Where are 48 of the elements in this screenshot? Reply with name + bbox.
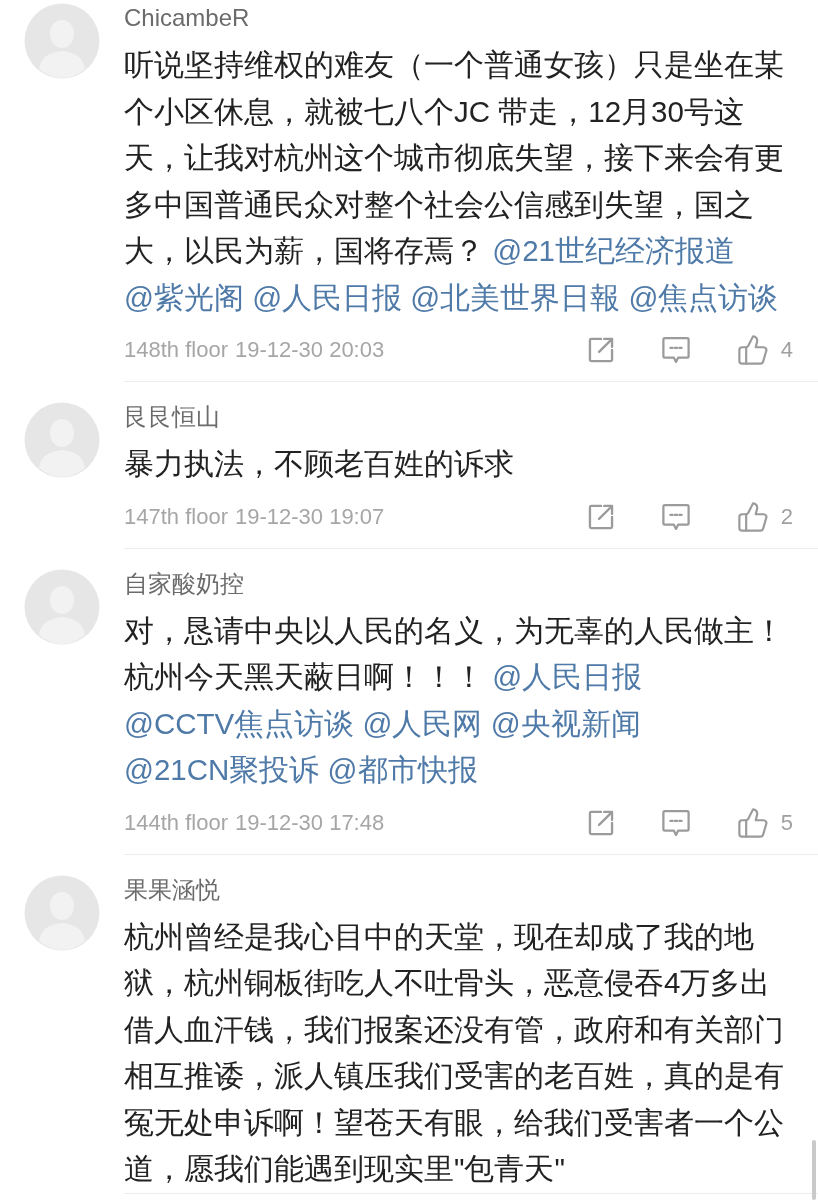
reply-button[interactable]	[661, 336, 690, 364]
reply-button[interactable]	[661, 502, 690, 531]
share-icon	[587, 809, 614, 836]
avatar-icon	[24, 402, 100, 478]
mention-link[interactable]: @人民日报	[252, 280, 403, 314]
like-button[interactable]: 4	[737, 335, 793, 365]
share-button[interactable]	[587, 809, 614, 836]
comment-icon	[661, 502, 690, 531]
mention-link[interactable]: @人民网	[362, 706, 483, 740]
avatar-icon	[24, 874, 100, 951]
timestamp: 19-12-30 17:48	[234, 809, 385, 836]
mention-link[interactable]: @焦点访谈	[628, 280, 779, 314]
username: ChicambeR	[124, 3, 251, 33]
reply-button[interactable]	[661, 808, 690, 837]
username: 艮艮恒山	[124, 402, 221, 432]
comment-text: 对，恳请中央以人民的名义，为无辜的人民做主！杭州今天黑天蔽日啊！！！ @人民日报 @CCTV焦点访谈 @人民网 @央视新闻 @21CN聚投诉 @都市快报	[124, 612, 785, 788]
like-button[interactable]: 2	[737, 501, 793, 532]
timestamp: 19-12-30 20:03	[234, 337, 385, 363]
comment-text: 暴力执法，不顾老百姓的诉求	[124, 446, 515, 482]
share-icon	[587, 503, 614, 530]
thumbs-up-icon	[737, 335, 768, 365]
username: 自家酸奶控	[124, 568, 245, 599]
share-button[interactable]	[587, 337, 614, 363]
comment-text: 听说坚持维权的难友（一个普通女孩）只是坐在某个小区休息，就被七八个JC 带走，12月30号这天，让我对杭州这个城市彻底失望，接下来会有更多中国普通民众对整个社会公信感到失望，国之大，以民为薪，国将存焉？ @21世纪经济报道 @紫光阁 @人民日报 @北美世界日報 @焦点访谈	[124, 47, 785, 316]
mention-link[interactable]: @紫光阁	[124, 280, 244, 314]
avatar-icon	[24, 568, 100, 645]
thumbs-up-icon	[737, 501, 768, 532]
share-button[interactable]	[587, 503, 614, 530]
comment-icon	[661, 808, 690, 837]
mention-link[interactable]: @21CN聚投诉	[124, 753, 320, 786]
username: 果果涵悦	[124, 874, 221, 905]
thumbs-up-icon	[737, 807, 768, 838]
mention-link[interactable]: @都市快报	[327, 753, 478, 786]
like-button[interactable]: 5	[737, 807, 793, 838]
avatar-icon	[24, 3, 100, 79]
floor-label: 147th floor	[124, 503, 228, 530]
comment-text: 杭州曾经是我心目中的天堂，现在却成了我的地狱，杭州铜板街吃人不吐骨头，恶意侵吞4万多出借人血汗钱，我们报案还没有管，政府和有关部门相互推诿，派人镇压我们受害的老百姓，真的是有冤无处申诉啊！望苍天有眼，给我们受害者一个公道，愿我们能遇到现实里"包青天"	[124, 918, 785, 1187]
timestamp: 19-12-30 19:07	[234, 503, 385, 530]
scrollbar-thumb	[812, 1140, 816, 1200]
floor-label: 148th floor	[124, 337, 228, 363]
mention-link[interactable]: @CCTV焦点访谈	[124, 706, 355, 740]
mention-link[interactable]: @人民日报	[492, 660, 643, 693]
comment-icon	[661, 336, 690, 364]
share-icon	[587, 337, 614, 363]
mention-link[interactable]: @央视新闻	[490, 706, 641, 740]
floor-label: 144th floor	[124, 809, 228, 836]
mention-link[interactable]: @21世纪经济报道	[492, 234, 735, 267]
mention-link[interactable]: @北美世界日報	[410, 280, 621, 314]
